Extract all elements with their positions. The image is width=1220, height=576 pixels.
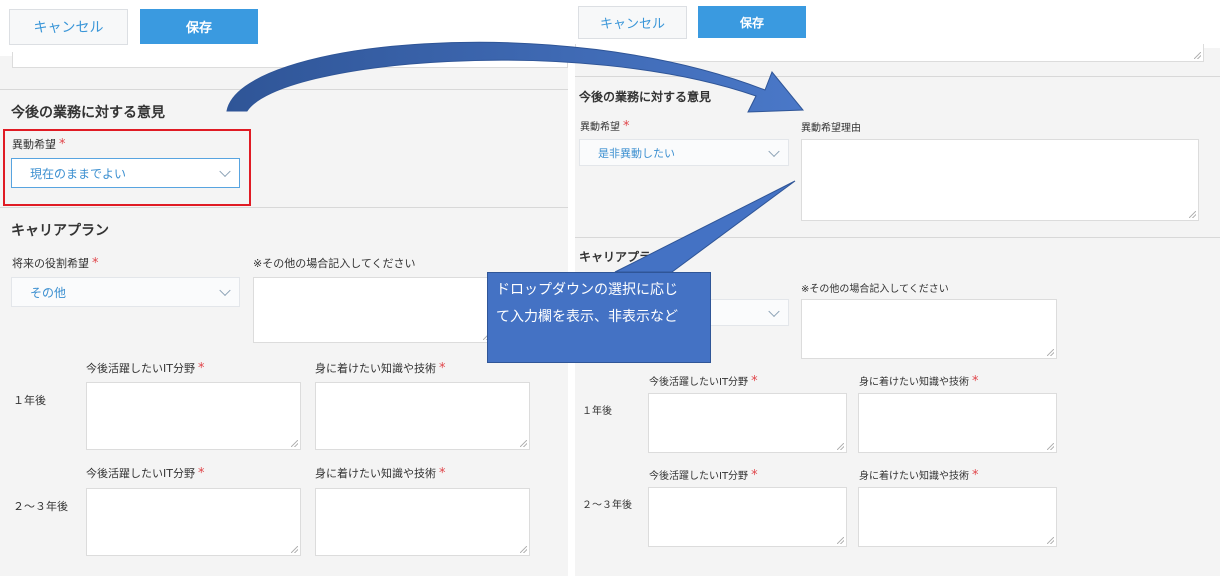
callout-line-2: て入力欄を表示、非表示など [496, 309, 678, 325]
curved-arrow [226, 41, 805, 113]
callout-line-1: ドロップダウンの選択に応じ [496, 282, 678, 298]
callout-box: ドロップダウンの選択に応じ て入力欄を表示、非表示など [487, 272, 711, 363]
callout-pointer [614, 180, 796, 273]
